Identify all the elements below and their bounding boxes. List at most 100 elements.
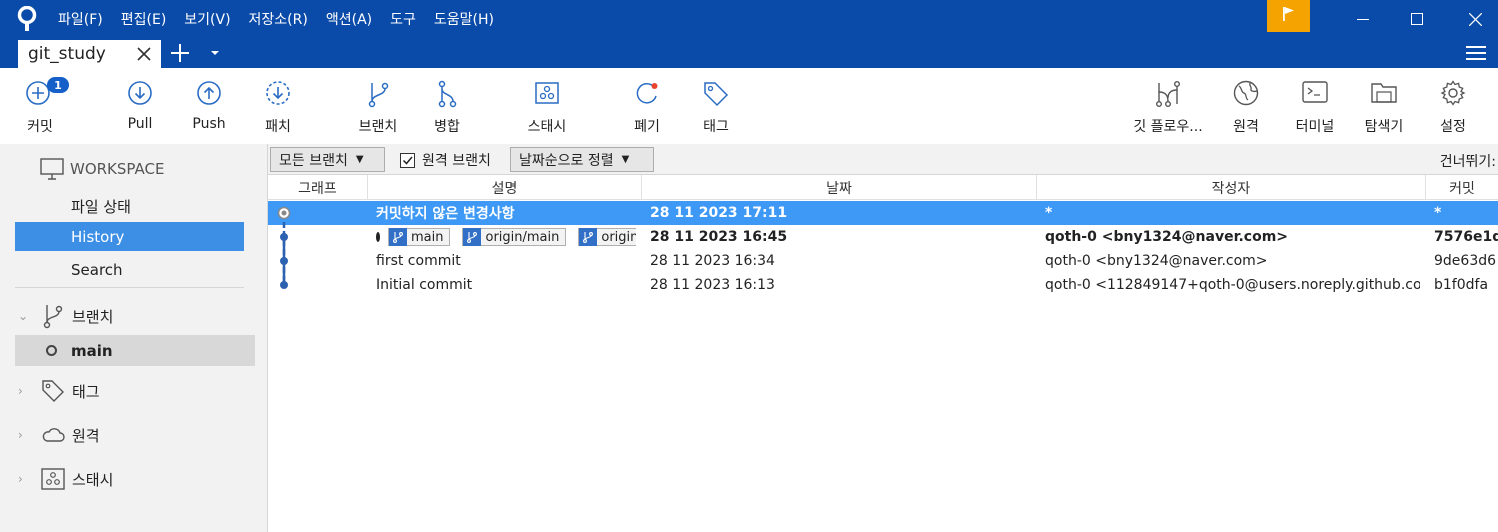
sidebar-branch-main[interactable]: main	[15, 335, 255, 366]
table-row[interactable]: main origin/main origin/HEAD 28 11 2023 …	[268, 225, 1498, 249]
remote-label: 원격	[1233, 119, 1259, 135]
tag-icon	[704, 82, 729, 107]
minimize-button[interactable]	[1340, 0, 1386, 38]
fetch-button[interactable]: 패치	[254, 68, 302, 144]
git-flow-label: 깃 플로우...	[1133, 119, 1203, 135]
pull-label: Pull	[127, 116, 153, 132]
tab-repository[interactable]: git_study	[18, 40, 161, 68]
settings-label: 설정	[1440, 119, 1466, 135]
menu-help[interactable]: 도움말(H)	[434, 9, 494, 29]
commit-list: 커밋하지 않은 변경사항 28 11 2023 17:11 * * main o…	[268, 201, 1498, 532]
chevron-down-icon[interactable]	[208, 46, 222, 60]
ref-tag-main[interactable]: main	[388, 228, 451, 246]
pull-button[interactable]: Pull	[115, 68, 165, 144]
chevron-right-icon[interactable]: ›	[18, 428, 32, 442]
branch-button[interactable]: 브랜치	[350, 68, 406, 144]
commit-count-badge: 1	[47, 77, 69, 93]
commit-label: 커밋	[27, 119, 53, 135]
row-refs: main origin/main origin/HEAD	[376, 225, 636, 249]
terminal-button[interactable]: 터미널	[1288, 68, 1342, 144]
ref-tag-origin-main[interactable]: origin/main	[462, 228, 567, 246]
sidebar-item-search[interactable]: Search	[15, 255, 244, 284]
tag-button[interactable]: 태그	[692, 68, 740, 144]
push-label: Push	[192, 116, 226, 132]
pull-icon	[128, 81, 152, 105]
globe-icon	[1233, 80, 1259, 106]
table-row[interactable]: Initial commit 28 11 2023 16:13 qoth-0 <…	[268, 273, 1498, 297]
sidebar-group-branches[interactable]: ⌄ 브랜치	[18, 302, 113, 330]
sidebar-item-history[interactable]: History	[15, 222, 244, 251]
table-row[interactable]: 커밋하지 않은 변경사항 28 11 2023 17:11 * *	[268, 201, 1498, 225]
menu-file[interactable]: 파일(F)	[58, 9, 103, 29]
close-window-button[interactable]	[1452, 0, 1498, 38]
chevron-down-icon: ▼	[355, 154, 364, 165]
git-flow-button[interactable]: 깃 플로우...	[1128, 68, 1208, 144]
row-date: 28 11 2023 16:34	[650, 253, 775, 269]
settings-button[interactable]: 설정	[1428, 68, 1478, 144]
sidebar-group-remotes[interactable]: › 원격	[18, 421, 100, 449]
menu-actions[interactable]: 액션(A)	[326, 9, 372, 29]
folder-icon	[1371, 83, 1397, 103]
tag-icon	[42, 380, 64, 402]
ref-label: main	[411, 229, 444, 245]
maximize-button[interactable]	[1394, 0, 1440, 38]
sidebar-group-tags[interactable]: › 태그	[18, 377, 100, 405]
chevron-down-icon[interactable]: ⌄	[18, 309, 32, 323]
cloud-icon	[42, 428, 65, 442]
row-description: Initial commit	[376, 277, 473, 293]
merge-button[interactable]: 병합	[422, 68, 472, 144]
push-icon	[197, 81, 221, 105]
stashes-label: 스태시	[72, 470, 114, 489]
graph-node	[280, 257, 288, 265]
flag-button[interactable]	[1267, 0, 1310, 32]
branch-name: main	[71, 341, 113, 360]
menu-repository[interactable]: 저장소(R)	[249, 9, 308, 29]
row-commit: 9de63d6	[1434, 253, 1497, 269]
close-tab-icon[interactable]	[135, 43, 153, 65]
menu-edit[interactable]: 편집(E)	[121, 9, 167, 29]
row-description: 커밋하지 않은 변경사항	[376, 206, 515, 222]
jump-to-label: 건너뛰기:	[1439, 154, 1496, 170]
add-tab-icon[interactable]	[168, 41, 192, 65]
git-flow-icon	[1156, 81, 1181, 108]
ref-label: origin/main	[485, 229, 560, 245]
branch-label: 브랜치	[358, 119, 398, 135]
menu-icon[interactable]	[1466, 44, 1486, 62]
row-author: qoth-0 <112849147+qoth-0@users.noreply.g…	[1045, 277, 1420, 293]
maximize-icon	[1411, 13, 1423, 25]
column-header-date[interactable]: 날짜	[642, 175, 1037, 200]
sidebar-group-stashes[interactable]: › 스태시	[18, 465, 113, 493]
graph-node	[280, 281, 288, 289]
graph-node-core	[281, 210, 287, 216]
discard-button[interactable]: 폐기	[624, 68, 670, 144]
branch-filter-dropdown[interactable]: 모든 브랜치 ▼	[270, 147, 385, 172]
stash-button[interactable]: 스태시	[518, 68, 576, 144]
sort-dropdown[interactable]: 날짜순으로 정렬 ▼	[510, 147, 654, 172]
table-row[interactable]: first commit 28 11 2023 16:34 qoth-0 <bn…	[268, 249, 1498, 273]
branch-icon	[43, 305, 63, 329]
branch-filter-value: 모든 브랜치	[279, 152, 348, 169]
remote-button[interactable]: 원격	[1222, 68, 1270, 144]
gear-icon	[1440, 80, 1466, 106]
ref-tag-origin-head[interactable]: origin/HEAD	[578, 228, 636, 246]
column-header-description[interactable]: 설명	[368, 175, 642, 200]
menu-tools[interactable]: 도구	[390, 9, 416, 29]
column-header-graph[interactable]: 그래프	[268, 175, 368, 200]
column-header-author[interactable]: 작성자	[1037, 175, 1426, 200]
explorer-button[interactable]: 탐색기	[1356, 68, 1412, 144]
sourcetree-logo-icon	[17, 6, 37, 31]
branches-label: 브랜치	[72, 307, 114, 326]
row-date: 28 11 2023 17:11	[650, 205, 788, 221]
chevron-down-icon: ▼	[621, 154, 630, 165]
push-button[interactable]: Push	[184, 68, 234, 144]
row-commit: *	[1434, 205, 1442, 221]
column-header-commit[interactable]: 커밋	[1426, 175, 1498, 200]
chevron-right-icon[interactable]: ›	[18, 384, 32, 398]
fetch-icon	[266, 81, 290, 105]
remote-branches-checkbox[interactable]: 원격 브랜치	[400, 150, 491, 170]
menu-view[interactable]: 보기(V)	[184, 9, 230, 29]
chevron-right-icon[interactable]: ›	[18, 472, 32, 486]
sidebar-item-file-status[interactable]: 파일 상태	[15, 192, 244, 221]
row-author: *	[1045, 205, 1053, 221]
tab-title: git_study	[28, 44, 106, 64]
